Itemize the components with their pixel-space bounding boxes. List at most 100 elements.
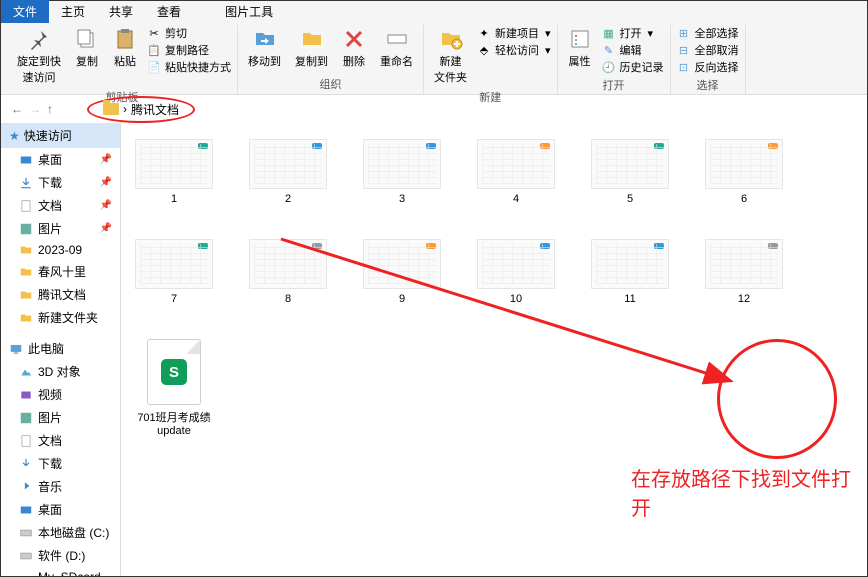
file-label: 8 — [285, 293, 291, 305]
tab-home[interactable]: 主页 — [49, 0, 97, 23]
copy-button[interactable]: 复制 — [71, 25, 103, 71]
file-label: 10 — [510, 293, 522, 305]
group-label-select: 选择 — [697, 75, 719, 95]
nav-up-button[interactable]: ↑ — [47, 102, 53, 116]
file-item[interactable]: 10 — [473, 239, 559, 305]
file-label: 11 — [624, 293, 635, 305]
pc-icon — [9, 342, 23, 356]
open-icon: ▦ — [602, 26, 616, 40]
sidebar-item[interactable]: 3D 对象 — [1, 360, 120, 383]
group-label-new: 新建 — [479, 87, 501, 107]
shortcut-icon: 📄 — [147, 60, 161, 74]
group-label-open: 打开 — [603, 75, 625, 95]
file-item[interactable]: 12 — [701, 239, 787, 305]
new-item-button[interactable]: ✦新建项目▾ — [477, 25, 551, 41]
breadcrumb[interactable]: › 腾讯文档 — [87, 96, 195, 123]
sidebar-this-pc[interactable]: 此电脑 — [1, 337, 120, 360]
nav-forward-button[interactable]: → — [29, 102, 41, 116]
select-all-button[interactable]: ⊞全部选择 — [677, 25, 739, 41]
file-label: 3 — [399, 193, 405, 205]
edit-button[interactable]: ✎编辑 — [602, 42, 664, 58]
sidebar-item[interactable]: 下载📌 — [1, 171, 120, 194]
item-icon — [19, 480, 33, 494]
open-button[interactable]: ▦打开▾ — [602, 25, 664, 41]
sidebar-item[interactable]: 音乐 — [1, 475, 120, 498]
paste-button[interactable]: 粘贴 — [109, 25, 141, 71]
sidebar-item[interactable]: 图片 — [1, 406, 120, 429]
tab-view[interactable]: 查看 — [145, 0, 193, 23]
paste-shortcut-button[interactable]: 📄粘贴快捷方式 — [147, 59, 231, 75]
tab-file[interactable]: 文件 — [1, 0, 49, 23]
invert-selection-button[interactable]: ⊡反向选择 — [677, 59, 739, 75]
file-label: 4 — [513, 193, 519, 205]
nav-back-button[interactable]: ← — [11, 102, 23, 116]
new-folder-button[interactable]: 新建 文件夹 — [430, 25, 471, 87]
file-item[interactable]: 3 — [359, 139, 445, 205]
file-item[interactable]: 8 — [245, 239, 331, 305]
sidebar-item[interactable]: 下载 — [1, 452, 120, 475]
easyaccess-icon: ⬘ — [477, 43, 491, 57]
cut-button[interactable]: ✂剪切 — [147, 25, 231, 41]
sidebar-item[interactable]: 桌面 — [1, 498, 120, 521]
file-label: 7 — [171, 293, 177, 305]
group-label-organize: 组织 — [320, 74, 342, 94]
file-thumbnail — [705, 239, 783, 289]
sidebar-item[interactable]: 桌面📌 — [1, 148, 120, 171]
breadcrumb-current: 腾讯文档 — [131, 101, 179, 118]
file-label: 2 — [285, 193, 291, 205]
sidebar-item[interactable]: 软件 (D:) — [1, 544, 120, 567]
file-item[interactable]: 7 — [131, 239, 217, 305]
file-item[interactable]: 6 — [701, 139, 787, 205]
sidebar-item[interactable]: 新建文件夹 — [1, 306, 120, 329]
file-item[interactable]: 1 — [131, 139, 217, 205]
properties-button[interactable]: 属性 — [564, 25, 596, 71]
copy-to-button[interactable]: 复制到 — [291, 25, 332, 71]
item-icon — [19, 176, 33, 190]
file-label: 5 — [627, 193, 633, 205]
file-item[interactable]: 4 — [473, 139, 559, 205]
ribbon: 旋定到快 速访问 复制 粘贴 ✂剪切 📋复制路径 📄粘贴快捷方式 剪贴板 移动到… — [1, 23, 867, 95]
sidebar-item[interactable]: 本地磁盘 (C:) — [1, 521, 120, 544]
file-thumbnail — [363, 239, 441, 289]
select-none-button[interactable]: ⊟全部取消 — [677, 42, 739, 58]
rename-button[interactable]: 重命名 — [376, 25, 417, 71]
item-icon — [19, 311, 33, 325]
sidebar-item[interactable]: 2023-09 — [1, 240, 120, 260]
delete-icon — [342, 27, 366, 51]
sidebar-item[interactable]: 文档📌 — [1, 194, 120, 217]
file-item-target[interactable]: S 701班月考成绩update — [131, 339, 217, 437]
newitem-icon: ✦ — [477, 26, 491, 40]
file-label: 701班月考成绩update — [131, 409, 217, 437]
history-button[interactable]: 🕘历史记录 — [602, 59, 664, 75]
file-item[interactable]: 5 — [587, 139, 673, 205]
file-thumbnail — [135, 139, 213, 189]
file-item[interactable]: 11 — [587, 239, 673, 305]
delete-button[interactable]: 删除 — [338, 25, 370, 71]
sidebar-item[interactable]: 视频 — [1, 383, 120, 406]
sidebar-item[interactable]: 春风十里 — [1, 260, 120, 283]
sidebar-item[interactable]: My_SDcard (E:) — [1, 567, 120, 576]
file-item[interactable]: 9 — [359, 239, 445, 305]
pin-to-quick-button[interactable]: 旋定到快 速访问 — [13, 25, 65, 87]
file-label: 12 — [738, 293, 750, 305]
sidebar-item[interactable]: 文档 — [1, 429, 120, 452]
sidebar-item[interactable]: 腾讯文档 — [1, 283, 120, 306]
annotation-text: 在存放路径下找到文件打开 — [631, 463, 867, 521]
file-thumbnail — [249, 239, 327, 289]
tab-share[interactable]: 共享 — [97, 0, 145, 23]
tab-picture-tools[interactable]: 图片工具 — [213, 0, 285, 23]
copy-path-button[interactable]: 📋复制路径 — [147, 42, 231, 58]
sidebar-item[interactable]: 图片📌 — [1, 217, 120, 240]
sidebar-quick-access[interactable]: ★快速访问 — [1, 123, 120, 148]
move-to-button[interactable]: 移动到 — [244, 25, 285, 71]
path-icon: 📋 — [147, 43, 161, 57]
item-icon — [19, 222, 33, 236]
spreadsheet-icon: S — [147, 339, 201, 405]
easy-access-button[interactable]: ⬘轻松访问▾ — [477, 42, 551, 58]
file-thumbnail — [591, 139, 669, 189]
item-icon — [19, 243, 33, 257]
file-label: 9 — [399, 293, 405, 305]
pin-icon: 📌 — [100, 177, 112, 188]
moveto-icon — [253, 27, 277, 51]
file-item[interactable]: 2 — [245, 139, 331, 205]
